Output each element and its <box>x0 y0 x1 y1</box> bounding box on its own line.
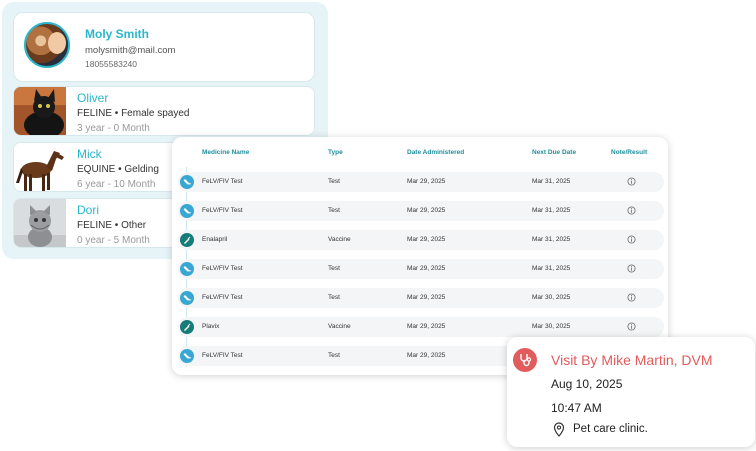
pet-species: FELINE <box>77 220 113 231</box>
cell-medicine: FeLV/FIV Test <box>202 265 243 272</box>
cell-medicine: FeLV/FIV Test <box>202 352 243 359</box>
visit-date: Aug 10, 2025 <box>551 377 623 391</box>
header-date-administered[interactable]: Date Administered <box>407 149 464 156</box>
pet-name: Dori <box>77 203 100 217</box>
table-row[interactable]: Enalapril Vaccine Mar 29, 2025 Mar 31, 2… <box>178 230 664 250</box>
cell-medicine: Plavix <box>202 323 220 330</box>
cat-photo <box>14 87 66 135</box>
table-row[interactable]: FeLV/FIV Test Test Mar 29, 2025 Mar 31, … <box>178 259 664 279</box>
horse-photo <box>14 143 66 191</box>
cell-type: Test <box>328 294 340 301</box>
cell-type: Test <box>328 265 340 272</box>
pet-species-line: EQUINE • Gelding <box>77 164 159 175</box>
table-row[interactable]: FeLV/FIV Test Test Mar 29, 2025 Mar 31, … <box>178 172 664 192</box>
info-icon[interactable] <box>627 235 636 244</box>
owner-name: Moly Smith <box>85 27 150 41</box>
owner-phone: 18055583240 <box>85 59 138 69</box>
cell-type: Vaccine <box>328 236 351 243</box>
cell-type: Test <box>328 352 340 359</box>
cell-type: Vaccine <box>328 323 351 330</box>
test-tube-icon <box>180 262 194 276</box>
pet-age: 0 year - 5 Month <box>77 235 150 246</box>
visit-time: 10:47 AM <box>551 401 602 415</box>
pet-detail: Gelding <box>124 164 159 175</box>
syringe-icon <box>180 233 194 247</box>
visit-card[interactable]: Visit By Mike Martin, DVM Aug 10, 2025 1… <box>507 337 755 447</box>
cell-next-due: Mar 30, 2025 <box>532 323 571 330</box>
test-tube-icon <box>180 291 194 305</box>
header-type[interactable]: Type <box>328 149 343 156</box>
pet-age: 3 year - 0 Month <box>77 123 150 134</box>
header-next-due-date[interactable]: Next Due Date <box>532 149 576 156</box>
cell-next-due: Mar 30, 2025 <box>532 294 571 301</box>
table-row[interactable]: FeLV/FIV Test Test Mar 29, 2025 Mar 31, … <box>178 201 664 221</box>
owner-card[interactable]: Moly Smith molysmith@mail.com 1805558324… <box>13 12 315 82</box>
pet-name: Oliver <box>77 91 109 105</box>
cell-date-administered: Mar 29, 2025 <box>407 207 446 214</box>
cell-date-administered: Mar 29, 2025 <box>407 352 446 359</box>
test-tube-icon <box>180 349 194 363</box>
header-medicine-name[interactable]: Medicine Name <box>202 149 249 156</box>
info-icon[interactable] <box>627 206 636 215</box>
pet-species: EQUINE <box>77 164 116 175</box>
pet-detail: Other <box>121 220 147 231</box>
owner-email: molysmith@mail.com <box>85 45 176 56</box>
table-row[interactable]: FeLV/FIV Test Test Mar 29, 2025 Mar 30, … <box>178 288 664 308</box>
cell-date-administered: Mar 29, 2025 <box>407 178 446 185</box>
cell-date-administered: Mar 29, 2025 <box>407 294 446 301</box>
cell-next-due: Mar 31, 2025 <box>532 178 571 185</box>
cell-date-administered: Mar 29, 2025 <box>407 236 446 243</box>
pet-species: FELINE <box>77 108 113 119</box>
cell-medicine: FeLV/FIV Test <box>202 294 243 301</box>
owner-avatar <box>24 22 70 68</box>
cell-medicine: Enalapril <box>202 236 228 243</box>
header-note-result[interactable]: Note/Result <box>611 149 647 156</box>
cell-medicine: FeLV/FIV Test <box>202 207 243 214</box>
info-icon[interactable] <box>627 322 636 331</box>
pet-species-line: FELINE • Female spayed <box>77 108 190 119</box>
syringe-icon <box>180 320 194 334</box>
pet-age: 6 year - 10 Month <box>77 179 156 190</box>
pet-card-oliver[interactable]: Oliver FELINE • Female spayed 3 year - 0… <box>13 86 315 136</box>
test-tube-icon <box>180 204 194 218</box>
table-row[interactable]: Plavix Vaccine Mar 29, 2025 Mar 30, 2025 <box>178 317 664 337</box>
info-icon[interactable] <box>627 177 636 186</box>
visit-title: Visit By Mike Martin, DVM <box>551 352 713 368</box>
info-icon[interactable] <box>627 293 636 302</box>
kitten-photo <box>14 199 66 247</box>
cell-type: Test <box>328 207 340 214</box>
test-tube-icon <box>180 175 194 189</box>
cell-date-administered: Mar 29, 2025 <box>407 265 446 272</box>
pet-name: Mick <box>77 147 102 161</box>
cell-medicine: FeLV/FIV Test <box>202 178 243 185</box>
location-pin-icon <box>553 422 565 437</box>
cell-date-administered: Mar 29, 2025 <box>407 323 446 330</box>
info-icon[interactable] <box>627 264 636 273</box>
pet-species-line: FELINE • Other <box>77 220 147 231</box>
cell-next-due: Mar 31, 2025 <box>532 265 571 272</box>
stethoscope-icon <box>513 348 537 372</box>
pet-detail: Female spayed <box>121 108 190 119</box>
cell-next-due: Mar 31, 2025 <box>532 207 571 214</box>
cell-type: Test <box>328 178 340 185</box>
cell-next-due: Mar 31, 2025 <box>532 236 571 243</box>
visit-location: Pet care clinic. <box>573 423 648 435</box>
